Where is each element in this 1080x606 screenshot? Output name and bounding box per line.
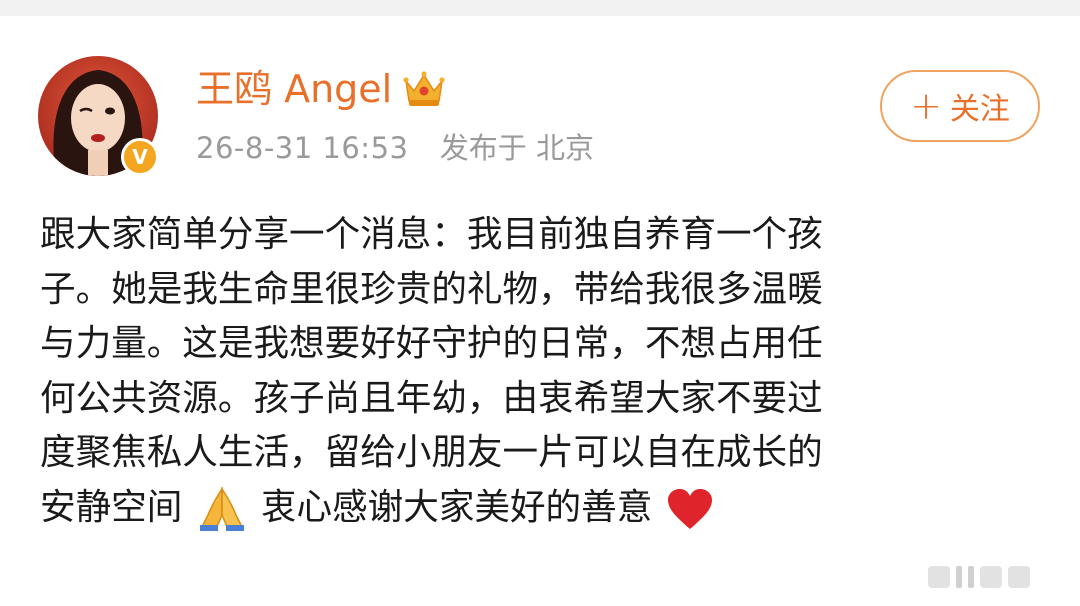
plus-icon: + [910,84,942,128]
watermark-square [1008,566,1030,588]
watermark-bar [956,566,962,588]
post-line: 何公共资源。孩子尚且年幼，由衷希望大家不要过 [40,377,823,419]
top-strip [0,0,1080,16]
post-location: 北京 [535,131,594,165]
username[interactable]: 王鸥 Angel [196,64,392,114]
red-heart-icon [667,488,712,529]
follow-button[interactable]: + 关注 [880,70,1040,142]
post-line: 与力量。这是我想要好好守护的日常，不想占用任 [40,323,823,364]
watermark-bar [968,566,974,588]
watermark-square [928,566,950,588]
watermark-logo [928,566,1030,588]
post-meta: 26-8-31 16:53 发布于 北京 [196,128,594,168]
post-text: 跟大家简单分享一个消息：我目前独自养育一个孩 子。她是我生命里很珍贵的礼物，带给… [40,208,1020,535]
location-prefix: 发布于 [439,131,527,165]
praying-hands-icon [199,486,244,531]
follow-label: 关注 [949,92,1010,127]
post-line: 度聚焦私人生活，留给小朋友一片可以自在成长的 [40,432,823,473]
verified-v-icon: V [132,145,148,169]
username-row: 王鸥 Angel [196,64,446,114]
post-line-text-a: 安静空间 [40,486,183,528]
post-line-text-b: 衷心感谢大家美好的善意 [260,486,653,528]
watermark-square [980,566,1002,588]
post-line: 跟大家简单分享一个消息：我目前独自养育一个孩 [40,214,823,255]
post-timestamp: 26-8-31 16:53 [196,131,409,165]
verified-badge: V [121,138,159,176]
post-line-last: 安静空间 衷心感谢大家美好的善意 [40,481,1020,536]
post-line: 子。她是我生命里很珍贵的礼物，带给我很多温暖 [40,268,823,310]
crown-icon [403,71,445,106]
